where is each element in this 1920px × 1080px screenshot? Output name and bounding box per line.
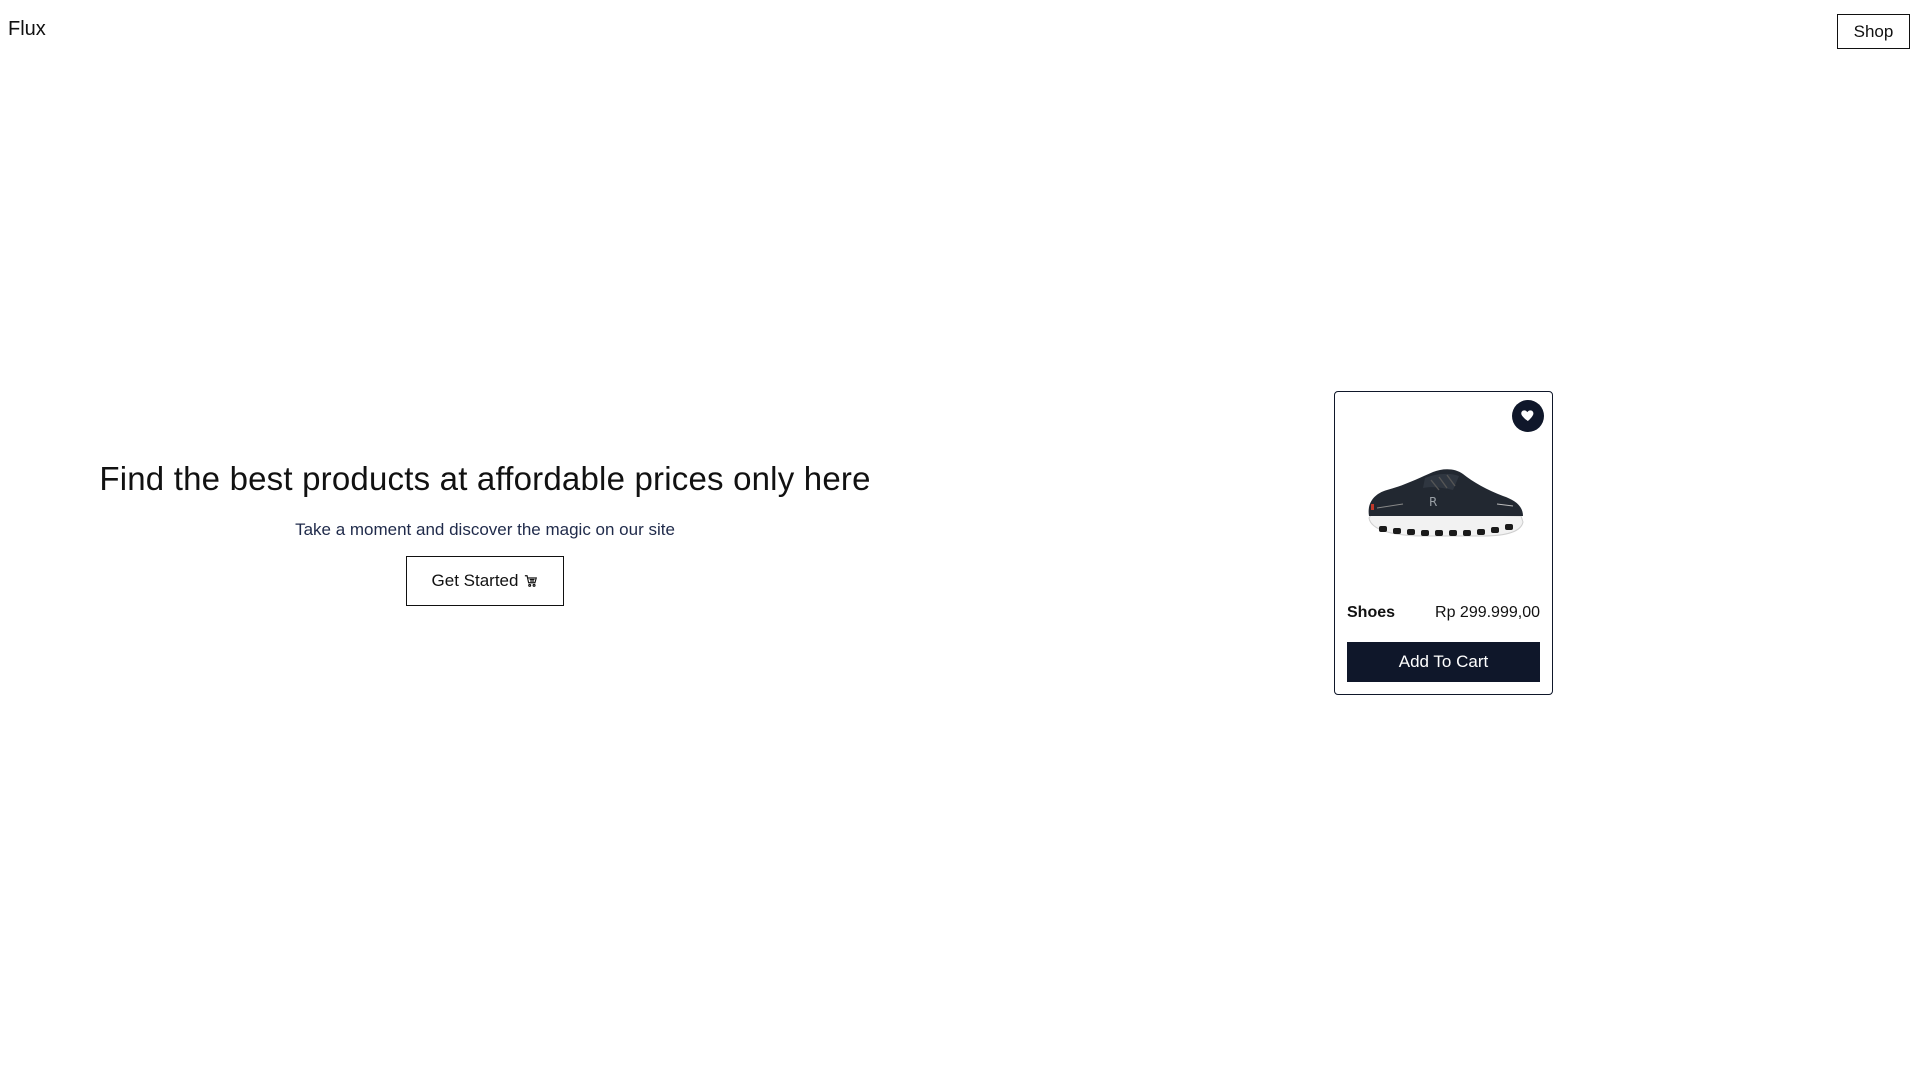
get-started-label: Get Started bbox=[431, 571, 519, 590]
product-info-row: Shoes Rp 299.999,00 bbox=[1347, 604, 1540, 622]
shoe-image: R bbox=[1368, 469, 1524, 537]
product-name: Shoes bbox=[1347, 604, 1396, 621]
cart-icon bbox=[524, 574, 538, 588]
shop-button[interactable]: Shop bbox=[1837, 14, 1910, 49]
svg-text:R: R bbox=[1429, 495, 1437, 509]
get-started-button[interactable]: Get Started bbox=[406, 556, 564, 606]
product-price: Rp 299.999,00 bbox=[1435, 604, 1540, 621]
add-to-cart-button[interactable]: Add To Cart bbox=[1347, 642, 1540, 682]
hero-title: Find the best products at affordable pri… bbox=[99, 460, 871, 497]
top-bar: Flux Shop bbox=[0, 0, 1920, 64]
favorite-button[interactable] bbox=[1512, 400, 1544, 432]
product-card: R Shoes Rp 299.999,00 Add To Cart bbox=[1334, 391, 1553, 695]
hero-subtitle: Take a moment and discover the magic on … bbox=[295, 520, 675, 539]
heart-icon bbox=[1520, 407, 1536, 426]
brand-logo[interactable]: Flux bbox=[8, 18, 46, 41]
hero-section: Find the best products at affordable pri… bbox=[0, 460, 970, 606]
product-image[interactable]: R bbox=[1363, 460, 1527, 550]
